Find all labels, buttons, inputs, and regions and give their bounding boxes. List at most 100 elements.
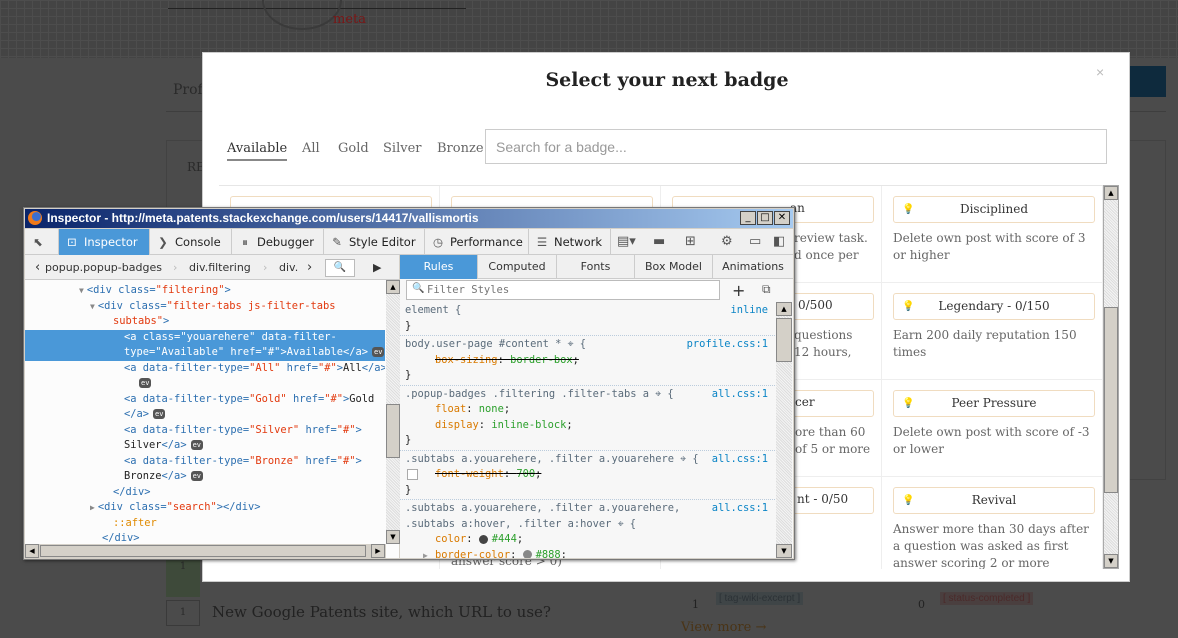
color-swatch[interactable] <box>478 534 488 544</box>
breadcrumb-item[interactable]: div. <box>279 255 298 280</box>
property-value[interactable]: #888 <box>536 549 561 559</box>
property-value[interactable]: inline-block <box>491 419 566 431</box>
collapsed-twisty-icon[interactable]: ▶ <box>90 503 98 512</box>
markup-horizontal-scrollbar[interactable]: ◀ ▶ <box>25 544 386 558</box>
badge-grid-scrollbar[interactable]: ▲ ▼ <box>1103 185 1119 569</box>
markup-tree[interactable]: ▼ <div class="filtering"> ▼ <div class="fil… <box>25 280 385 544</box>
badge-cell[interactable]: 💡 Revival Answer more than 30 days after … <box>882 477 1103 569</box>
event-badge[interactable]: ev <box>190 440 204 450</box>
rule-selector[interactable]: .popup-badges .filtering .filter-tabs a … <box>405 387 772 403</box>
css-declaration[interactable]: box-sizing: border-box; <box>405 353 772 368</box>
badge-cell[interactable]: 💡 Disciplined Delete own post with score … <box>882 186 1103 283</box>
filter-tab-bronze[interactable]: Bronze <box>437 141 484 156</box>
rule-selector[interactable]: .subtabs a.youarehere, .filter a.youareh… <box>405 452 772 468</box>
event-badge[interactable]: ev <box>190 471 204 481</box>
element-picker-button[interactable]: ⬉ <box>25 229 59 255</box>
gear-icon[interactable]: ⚙ <box>721 234 733 249</box>
header-button[interactable] <box>1130 66 1166 97</box>
markup-node-line[interactable]: ::after <box>25 516 385 532</box>
toggle-sidebar-icon[interactable]: ▶ <box>373 255 381 280</box>
responsive-mode-icon[interactable]: ▤▾ <box>617 234 636 249</box>
scrollbar-thumb[interactable] <box>776 318 792 362</box>
markup-node-line[interactable]: subtabs"> <box>25 314 385 330</box>
scrollbar-thumb[interactable] <box>1104 307 1118 493</box>
minimize-icon[interactable]: _ <box>740 211 756 225</box>
tab-style-editor[interactable]: ✎ Style Editor <box>324 229 425 255</box>
markup-node-line[interactable]: Bronze</a> ev <box>25 469 385 485</box>
property-name[interactable]: font-weight <box>435 468 504 480</box>
markup-node-line[interactable]: Silver</a> ev <box>25 438 385 454</box>
tab-inspector[interactable]: ⊡ Inspector <box>59 229 150 255</box>
filter-tab-silver[interactable]: Silver <box>383 141 421 156</box>
tab-box-model[interactable]: Box Model <box>635 255 713 279</box>
scrollbar-thumb[interactable] <box>40 545 366 557</box>
tag-link[interactable]: [ tag-wiki-excerpt ] <box>716 592 804 605</box>
markup-node-line[interactable]: ev <box>25 376 385 392</box>
rules-vertical-scrollbar[interactable]: ▲ ▼ <box>776 302 792 558</box>
markup-node-line[interactable]: </a> ev <box>25 407 385 423</box>
enable-property-checkbox[interactable] <box>407 469 418 480</box>
toggle-pseudo-classes-icon[interactable]: ⧉ <box>762 282 771 297</box>
css-declaration[interactable]: ▶ border-color: #888; <box>405 548 772 559</box>
scroll-left-arrow-icon[interactable]: ◀ <box>25 544 39 558</box>
badge-search-input[interactable] <box>485 129 1107 164</box>
rule-selector[interactable]: body.user-page #content * ⌖ {profile.css… <box>405 337 772 353</box>
tab-network[interactable]: ☰ Network <box>529 229 611 255</box>
filter-styles-input[interactable] <box>406 280 720 300</box>
scroll-down-arrow-icon[interactable]: ▼ <box>1104 554 1118 568</box>
dock-bottom-icon[interactable]: ▭ <box>749 234 761 249</box>
tab-debugger[interactable]: ⏸ Debugger <box>232 229 324 255</box>
split-console-icon[interactable]: ▬ <box>653 234 665 249</box>
property-value[interactable]: none <box>479 403 504 415</box>
scroll-down-arrow-icon[interactable]: ▼ <box>776 544 792 558</box>
screenshot-icon[interactable]: ⊞ <box>685 234 696 249</box>
expanded-twisty-icon[interactable]: ▼ <box>79 286 87 295</box>
scroll-up-arrow-icon[interactable]: ▲ <box>776 302 792 316</box>
tag-link[interactable]: [ status-completed ] <box>940 592 1034 605</box>
css-declaration[interactable]: display: inline-block; <box>405 418 772 433</box>
property-name[interactable]: box-sizing <box>435 354 498 366</box>
property-value[interactable]: 700 <box>516 468 535 480</box>
rule-selector[interactable]: .subtabs a.youarehere, .filter a.youareh… <box>405 501 772 532</box>
property-name[interactable]: float <box>435 403 466 415</box>
add-rule-icon[interactable]: + <box>732 281 745 300</box>
stylesheet-source-link[interactable]: profile.css:1 <box>687 337 768 353</box>
event-badge[interactable]: ev <box>372 347 385 357</box>
tab-rules[interactable]: Rules <box>400 255 478 279</box>
markup-vertical-scrollbar[interactable]: ▲ ▼ <box>386 280 400 544</box>
close-icon[interactable]: × <box>1096 64 1104 80</box>
property-value[interactable]: border-box <box>510 354 573 366</box>
expanded-twisty-icon[interactable]: ▼ <box>90 302 98 311</box>
event-badge[interactable]: ev <box>139 378 152 388</box>
rule-selector[interactable]: element {inline <box>405 303 772 319</box>
markup-node-line[interactable]: </div> <box>25 485 385 501</box>
css-declaration[interactable]: float: none; <box>405 402 772 417</box>
color-swatch[interactable] <box>522 550 532 558</box>
stylesheet-source-link[interactable]: all.css:1 <box>712 501 768 517</box>
maximize-icon[interactable]: □ <box>757 211 773 225</box>
property-name[interactable]: display <box>435 419 479 431</box>
markup-node-line[interactable]: ▼ <div class="filtering"> <box>25 283 385 299</box>
tab-computed[interactable]: Computed <box>478 255 557 279</box>
close-window-icon[interactable]: ✕ <box>774 211 790 225</box>
question-title-link[interactable]: New Google Patents site, which URL to us… <box>212 603 551 621</box>
markup-node-line[interactable]: <a data-filter-type="Silver" href="#"> <box>25 423 385 439</box>
scroll-right-arrow-icon[interactable]: ▶ <box>371 544 385 558</box>
event-badge[interactable]: ev <box>153 409 166 419</box>
view-more-link[interactable]: View more → <box>681 620 766 635</box>
stylesheet-source-link[interactable]: all.css:1 <box>712 387 768 403</box>
tab-fonts[interactable]: Fonts <box>557 255 635 279</box>
expand-twisty-icon[interactable]: ▶ <box>423 548 428 559</box>
chevron-right-icon[interactable]: › <box>307 255 312 280</box>
css-declaration[interactable]: font-weight: 700; <box>405 467 772 482</box>
search-icon[interactable]: 🔍 <box>325 259 355 277</box>
badge-cell[interactable]: 💡 Legendary - 0/150 Earn 200 daily reputa… <box>882 283 1103 380</box>
chevron-left-icon[interactable]: ‹ <box>35 255 40 280</box>
markup-node-line[interactable]: type="Available" href="#">Available</a> e… <box>25 345 385 361</box>
property-name[interactable]: color <box>435 533 466 545</box>
scrollbar-thumb[interactable] <box>386 404 400 458</box>
site-logo-text[interactable]: meta <box>333 12 366 27</box>
markup-node-line[interactable]: <a data-filter-type="All" href="#">All</… <box>25 361 385 377</box>
css-declaration[interactable]: color: #444; <box>405 532 772 547</box>
property-name[interactable]: border-color <box>435 549 510 559</box>
